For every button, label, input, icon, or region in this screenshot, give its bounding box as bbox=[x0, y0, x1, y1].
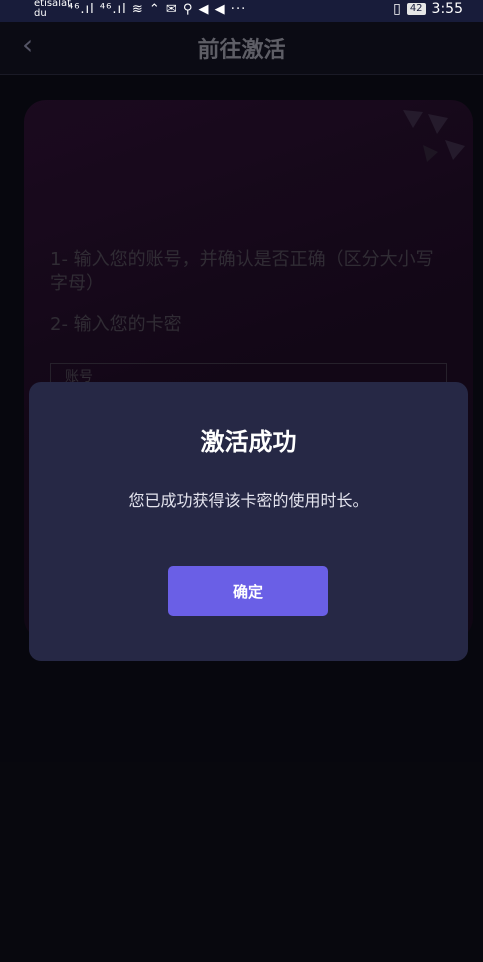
dialog-title: 激活成功 bbox=[200, 428, 297, 456]
carrier-bottom: du bbox=[34, 8, 47, 19]
dialog-message: 您已成功获得该卡密的使用时长。 bbox=[128, 491, 369, 510]
page-title: 前往激活 bbox=[197, 38, 286, 63]
clock: 3:55 bbox=[431, 1, 463, 17]
success-dialog: 激活成功 您已成功获得该卡密的使用时长。 确定 bbox=[29, 382, 468, 661]
page-header: ‹ 前往激活 bbox=[0, 22, 483, 75]
confirm-button[interactable]: 确定 bbox=[168, 566, 328, 616]
battery-icon: 42 bbox=[406, 3, 426, 15]
status-bar: etisalat du ⁴⁶.ıl ⁴⁶.ıl ≋ ⌃ ✉ ⚲ ◀ ◀ ··· … bbox=[0, 0, 483, 22]
carrier-names: etisalat du bbox=[34, 0, 71, 19]
status-right: ▯ 42 3:55 bbox=[393, 1, 463, 17]
signal-icons: ⁴⁶.ıl ⁴⁶.ıl ≋ ⌃ ✉ ⚲ ◀ ◀ ··· bbox=[68, 2, 247, 17]
vibrate-icon: ▯ bbox=[393, 1, 401, 17]
